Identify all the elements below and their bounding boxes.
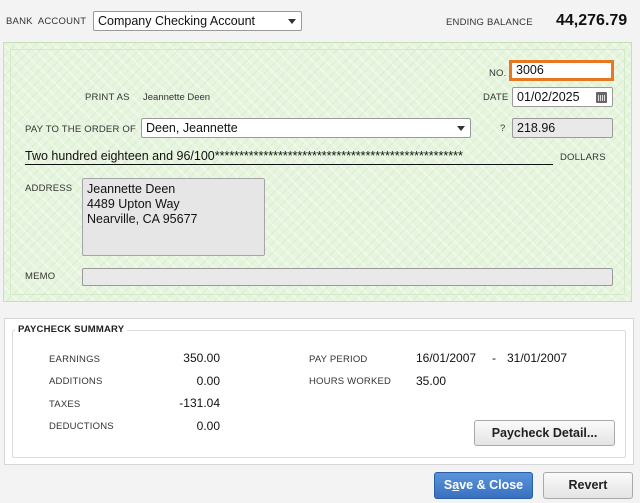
deductions-value: 0.00: [196, 419, 220, 433]
hours-worked-value: 35.00: [416, 374, 447, 388]
amount-in-words: Two hundred eighteen and 96/100*********…: [25, 149, 553, 165]
date-label: DATE: [483, 92, 509, 103]
address-box[interactable]: Jeannette Deen 4489 Upton Way Nearville,…: [82, 178, 265, 256]
taxes-label: TAXES: [49, 399, 81, 410]
ending-balance-value: 44,276.79: [556, 12, 628, 29]
check-no-label: NO.: [489, 68, 507, 79]
pay-period-label: PAY PERIOD: [309, 354, 368, 365]
print-as-value: Jeannette Deen: [143, 92, 211, 103]
amount-symbol: ?: [500, 123, 506, 134]
check-number-field[interactable]: 3006: [509, 60, 614, 81]
paycheck-summary-panel: PAYCHECK SUMMARY EARNINGS 350.00 ADDITIO…: [4, 318, 634, 465]
address-line: 4489 Upton Way: [87, 197, 180, 211]
summary-title: PAYCHECK SUMMARY: [15, 324, 128, 335]
check-area: NO. 3006 PRINT AS Jeannette Deen DATE 01…: [3, 42, 632, 302]
deductions-label: DEDUCTIONS: [49, 421, 114, 432]
date-value: 01/02/2025: [517, 90, 580, 104]
amount-field[interactable]: 218.96: [512, 118, 613, 138]
amount-value: 218.96: [517, 121, 556, 135]
revert-button[interactable]: Revert: [543, 472, 633, 499]
payee-value: Deen, Jeannette: [146, 121, 238, 135]
memo-label: MEMO: [25, 271, 56, 282]
pay-to-label: PAY TO THE ORDER OF: [25, 124, 136, 135]
taxes-value: -131.04: [179, 396, 220, 410]
payee-dropdown[interactable]: Deen, Jeannette: [141, 118, 471, 138]
check-number-value: 3006: [516, 63, 544, 77]
memo-field[interactable]: [82, 268, 613, 286]
additions-value: 0.00: [196, 374, 220, 388]
print-as-label: PRINT AS: [85, 92, 130, 103]
calendar-icon[interactable]: [596, 92, 607, 103]
bank-account-dropdown[interactable]: Company Checking Account: [93, 11, 302, 31]
hours-worked-label: HOURS WORKED: [309, 376, 392, 387]
ending-balance-label: ENDING BALANCE: [446, 17, 533, 28]
bank-account-label: BANK ACCOUNT: [6, 16, 87, 27]
earnings-label: EARNINGS: [49, 354, 101, 365]
address-line: Jeannette Deen: [87, 182, 176, 196]
pay-period-separator: -: [492, 351, 496, 365]
address-label: ADDRESS: [25, 183, 73, 194]
dollars-label: DOLLARS: [560, 152, 606, 163]
additions-label: ADDITIONS: [49, 376, 103, 387]
paycheck-detail-button[interactable]: Paycheck Detail...: [474, 420, 615, 446]
pay-period-end: 31/01/2007: [507, 351, 568, 365]
save-close-button[interactable]: Save & Close: [434, 472, 533, 499]
bank-account-value: Company Checking Account: [98, 14, 256, 28]
chevron-down-icon: [457, 126, 465, 131]
date-field[interactable]: 01/02/2025: [512, 87, 613, 107]
address-line: Nearville, CA 95677: [87, 212, 198, 226]
pay-period-start: 16/01/2007: [416, 351, 477, 365]
check-border: [10, 49, 625, 295]
chevron-down-icon: [288, 19, 296, 24]
earnings-value: 350.00: [183, 351, 220, 365]
